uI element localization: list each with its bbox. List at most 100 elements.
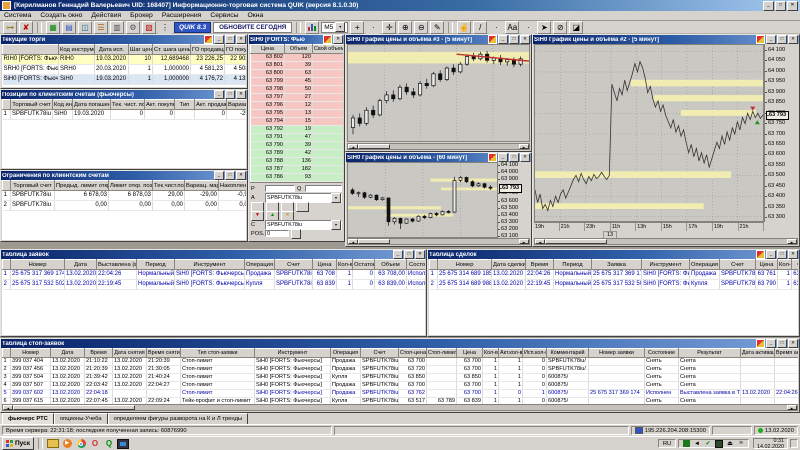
qty-input[interactable] [305, 185, 342, 192]
maximize-button[interactable]: □ [509, 35, 519, 44]
table-row[interactable]: 5 399 037 602 13.02.2020 22:04:18 Стоп-лимит… [2, 389, 798, 398]
orderbook-table[interactable]: Цена Объем Свой объем 63 802 120 63 801 39 63 8… [250, 44, 343, 182]
chart-hscrollbar[interactable]: ◄ ► [347, 143, 530, 150]
table-row[interactable]: 4 399 037 507 13.02.2020 22:03:42 13.02.2020… [2, 381, 798, 390]
close-button[interactable]: ✕ [236, 35, 246, 44]
minimize-button[interactable]: _ [766, 35, 776, 44]
workspace-tab-2[interactable]: определяем фигуры разворота на К и Л тре… [107, 413, 249, 424]
client-select[interactable]: SPBFUTK78iu ▾ [265, 219, 342, 230]
window-titlebar[interactable]: Текущие торги _ □ ✕ [1, 35, 247, 44]
disconnect-icon[interactable]: ✘ [19, 20, 33, 34]
maximize-button[interactable]: □ [225, 171, 235, 180]
window-titlebar[interactable]: SiH0 График цены и объёма #3 - [5 минут]… [346, 35, 531, 44]
table-row[interactable]: 63 802 120 [250, 53, 343, 62]
text-tool-icon[interactable]: Aa [505, 20, 520, 34]
table-row[interactable]: 2SPBFUTK78iu0,000,000,000,000,00 [2, 200, 246, 211]
tray-chart-icon[interactable] [682, 440, 690, 448]
chevron-down-icon[interactable]: ▾ [331, 192, 341, 203]
table-row[interactable]: 1SPBFUTK78iuSiH019.03.2020000-29,00 [2, 109, 246, 120]
new-table-icon[interactable]: ▦ [46, 20, 60, 34]
candlestick-chart-5min[interactable] [347, 44, 530, 142]
quik-shortcut-icon[interactable]: Q [103, 438, 115, 449]
zoom-in-icon[interactable]: ⊕ [398, 20, 413, 34]
line-chart-main[interactable] [534, 44, 764, 222]
time-table-icon[interactable]: ▥ [110, 20, 124, 34]
settings-icon[interactable]: ⚙ [126, 20, 140, 34]
maximize-button[interactable]: □ [404, 250, 414, 259]
maximize-button[interactable]: □ [777, 250, 787, 259]
quick-button-4[interactable] [296, 201, 309, 212]
chart-hscrollbar[interactable]: ◄ ► [347, 238, 530, 245]
table-row[interactable]: 63 800 63 [250, 69, 343, 78]
table-row[interactable]: 63 801 39 [250, 61, 343, 70]
tray-eject-icon[interactable]: ⏏ [726, 440, 734, 448]
table-row[interactable]: 63 794 15 [250, 117, 343, 126]
minimize-button[interactable]: _ [763, 0, 774, 11]
window-titlebar[interactable]: Ограничения по клиентским счетам _ □ ✕ [1, 171, 247, 180]
menu-item-1[interactable]: Создать окно [40, 12, 82, 19]
maximize-button[interactable]: □ [509, 153, 519, 162]
close-button[interactable]: ✕ [787, 0, 798, 11]
table-row[interactable]: 2 399 037 456 13.02.2020 21:20:39 13.02.2020… [2, 365, 798, 374]
opera-shortcut-icon[interactable]: O [89, 438, 101, 449]
window-titlebar[interactable]: SiH0 График цены и объёма #2 - [5 минут]… [533, 35, 799, 44]
table-row[interactable]: 1 SPBFUTK78iu 6 678,03 6 878,03 29,00 -29,00-… [2, 190, 246, 201]
tray-check-icon[interactable]: ✔ [704, 440, 712, 448]
table-row[interactable]: 3 399 037 504 13.02.2020 21:39:42 13.02.2020… [2, 373, 798, 382]
folder-shortcut-icon[interactable] [47, 438, 59, 449]
start-button[interactable]: Пуск [2, 437, 34, 450]
taskbar-clock[interactable]: 0:31 14.02.2020 [753, 438, 788, 450]
maximize-button[interactable]: □ [775, 0, 786, 11]
table-row[interactable]: SiH0 [FORTS: ФьючерSiH019.03.202011,0000… [2, 74, 246, 85]
menu-item-0[interactable]: Система [4, 12, 31, 19]
bars-table-icon[interactable]: ☰ [94, 20, 108, 34]
current-trades-table[interactable]: Код инструментаДата исп.Шаг ценыСт. шага… [2, 44, 246, 87]
table-row[interactable]: 63 791 47 [250, 133, 343, 142]
chart-hscrollbar[interactable]: ◄ ► [534, 238, 798, 245]
workspace-tab-1[interactable]: опционы-Учеба [53, 413, 108, 424]
table-row[interactable]: 63 789 42 [250, 149, 343, 158]
menu-item-5[interactable]: Сервисы [210, 12, 238, 19]
table-row[interactable]: 63 790 39 [250, 141, 343, 150]
minimize-button[interactable]: _ [214, 35, 224, 44]
stop-orders-table[interactable]: Номер Дата Время Дата снятия Время снятия Тип… [2, 348, 798, 404]
close-button[interactable]: ✕ [788, 250, 798, 259]
close-button[interactable]: ✕ [788, 339, 798, 348]
trades-table[interactable]: Номер Дата сделки Время Период Заявка Инструм… [429, 259, 798, 335]
interval-select[interactable]: М5 ▾ [321, 21, 349, 33]
table-row[interactable]: SRH0 [FORTS: ФьючерSRH020.03.202011,0000… [2, 64, 246, 75]
minimize-button[interactable]: _ [498, 35, 508, 44]
zoom-out-icon[interactable]: ⊖ [414, 20, 429, 34]
minimize-button[interactable]: _ [214, 171, 224, 180]
table-row[interactable]: RIH0 [FORTS: ФьючерRIH019.03.20201012,68… [2, 54, 246, 65]
window-titlebar[interactable]: Позиции по клиентским счетам (фьючерсы) … [1, 90, 247, 99]
new-chart-icon[interactable]: ▤ [62, 20, 76, 34]
table-row[interactable]: 63 798 50 [250, 85, 343, 94]
display-settings-icon[interactable] [117, 438, 129, 449]
table-row[interactable]: 1 25 675 317 369 174 13.02.2020 22:04:26 Нор… [2, 269, 425, 280]
close-button[interactable]: ✕ [520, 153, 530, 162]
workspace-tab-0[interactable]: фьючерс РТС [2, 413, 54, 424]
language-indicator[interactable]: RU [658, 439, 677, 448]
pencil-tool-icon[interactable]: ✎ [430, 20, 445, 34]
close-button[interactable]: ✕ [415, 250, 425, 259]
media-player-shortcut-icon[interactable]: ▶ [61, 438, 73, 449]
close-button[interactable]: ✕ [333, 35, 343, 44]
candlestick-chart-60min[interactable] [347, 162, 499, 238]
table-row[interactable]: 1 399 037 404 13.02.2020 21:10:22 13.02.2020… [2, 357, 798, 366]
tray-flag-icon[interactable]: ⚑ [737, 440, 745, 448]
minimize-button[interactable]: _ [766, 339, 776, 348]
tray-monitor-icon[interactable] [715, 439, 724, 448]
menu-item-2[interactable]: Действия [91, 12, 121, 19]
pointer-tool-icon[interactable]: ➤ [537, 20, 552, 34]
window-titlebar[interactable]: Таблица стоп-заявок _ □ ✕ [1, 339, 799, 348]
hide-tool-icon[interactable]: ⊘ [553, 20, 568, 34]
table-row[interactable]: 63 788 136 [250, 157, 343, 166]
minimize-button[interactable]: _ [393, 250, 403, 259]
sell-icon-button[interactable]: ▼ [251, 210, 264, 221]
eraser-tool-icon[interactable]: ◪ [569, 20, 584, 34]
close-button[interactable]: ✕ [788, 35, 798, 44]
tray-volume-icon[interactable]: ◄ [693, 440, 701, 448]
window-titlebar[interactable]: Таблица сделок _ □ ✕ [428, 250, 799, 259]
menu-item-6[interactable]: Окна [248, 12, 264, 19]
